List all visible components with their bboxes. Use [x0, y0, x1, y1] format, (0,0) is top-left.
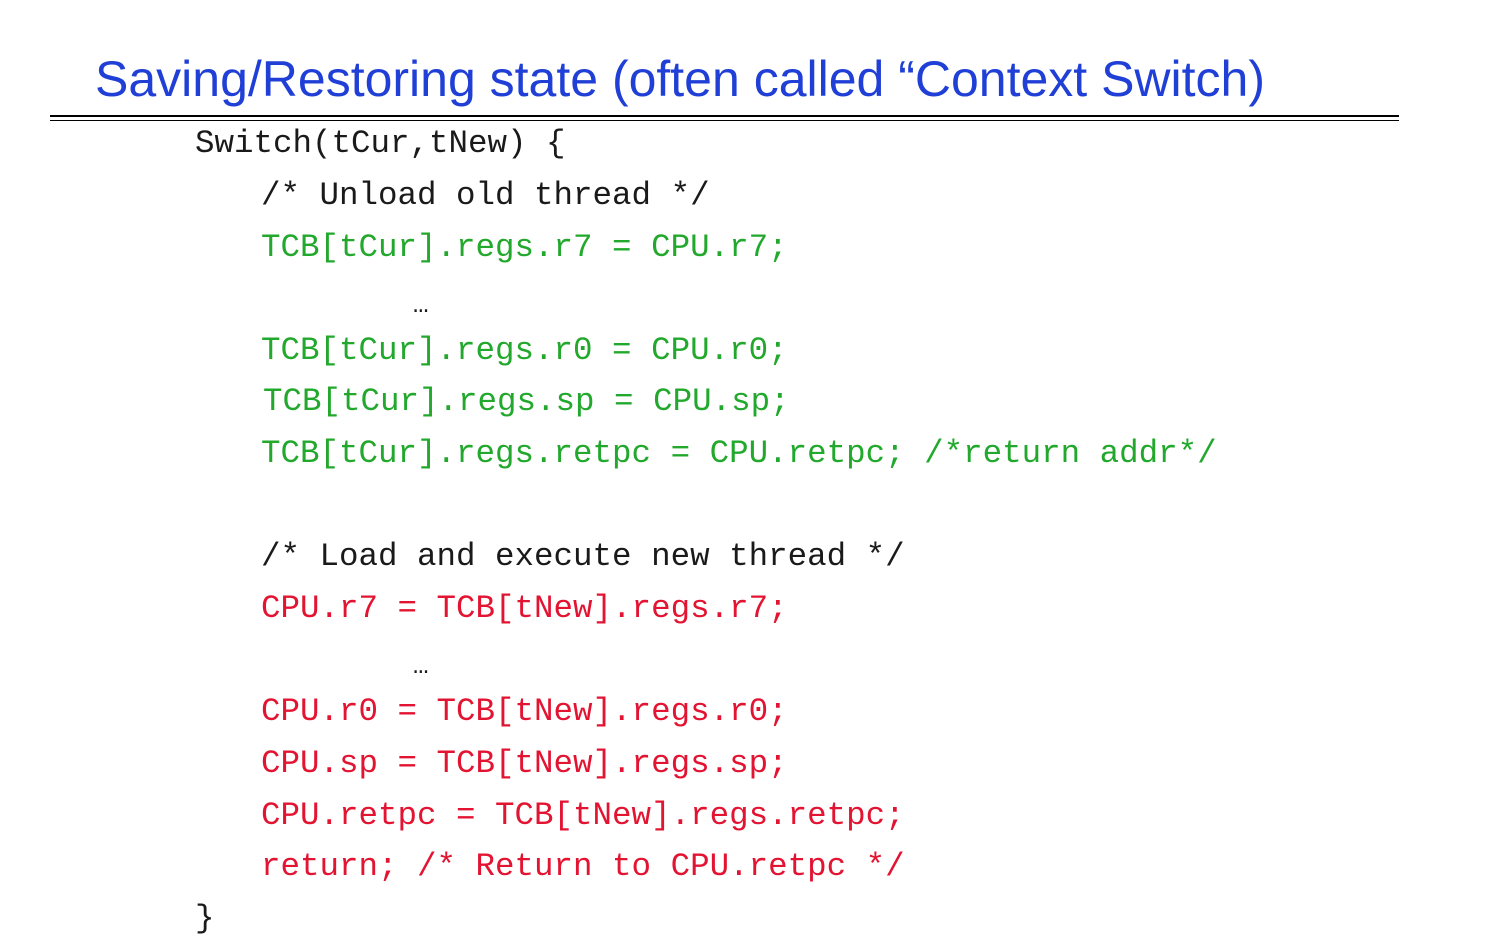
- ellipsis-unload: …: [413, 290, 429, 320]
- code-line-return: return; /* Return to CPU.retpc */: [261, 848, 905, 885]
- title-divider-bottom: [50, 120, 1399, 121]
- code-line-save-r0: TCB[tCur].regs.r0 = CPU.r0;: [261, 332, 788, 369]
- ellipsis-load: …: [413, 651, 429, 681]
- title-divider-top: [50, 115, 1399, 117]
- function-header: Switch(tCur,tNew) {: [195, 125, 566, 162]
- code-line-load-r0: CPU.r0 = TCB[tNew].regs.r0;: [261, 693, 788, 730]
- closing-brace: }: [195, 900, 215, 937]
- code-line-save-sp: TCB[tCur].regs.sp = CPU.sp;: [263, 383, 790, 420]
- comment-load-new-thread: /* Load and execute new thread */: [261, 538, 905, 575]
- code-line-load-retpc: CPU.retpc = TCB[tNew].regs.retpc;: [261, 797, 905, 834]
- code-line-load-r7: CPU.r7 = TCB[tNew].regs.r7;: [261, 590, 788, 627]
- comment-unload-old-thread: /* Unload old thread */: [261, 177, 710, 214]
- slide-title: Saving/Restoring state (often called “Co…: [95, 51, 1265, 107]
- code-line-save-retpc: TCB[tCur].regs.retpc = CPU.retpc; /*retu…: [261, 435, 1217, 472]
- code-line-save-r7: TCB[tCur].regs.r7 = CPU.r7;: [261, 229, 788, 266]
- code-line-load-sp: CPU.sp = TCB[tNew].regs.sp;: [261, 745, 788, 782]
